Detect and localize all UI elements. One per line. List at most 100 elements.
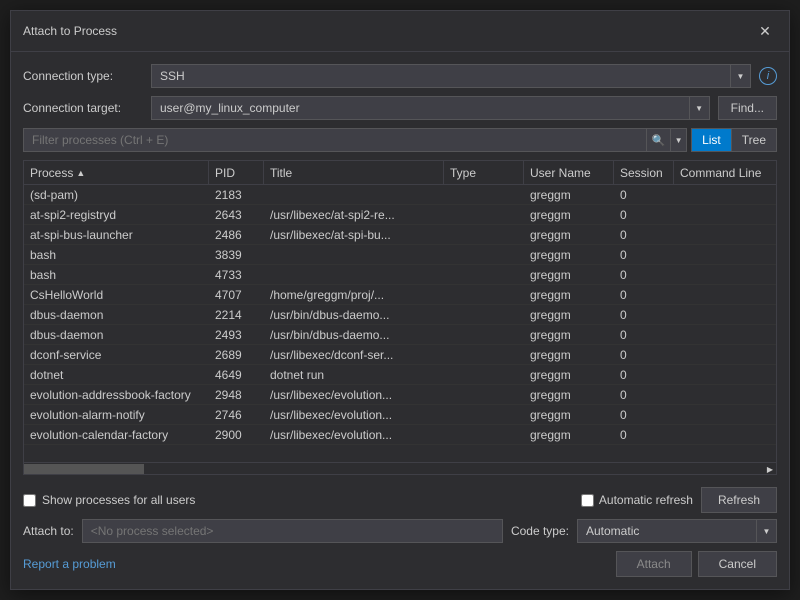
connection-type-row: Connection type: ▼ i — [23, 64, 777, 88]
table-row[interactable]: bash 4733 greggm 0 — [24, 265, 776, 285]
td-type — [444, 345, 524, 364]
filter-dropdown-arrow[interactable]: ▼ — [670, 129, 686, 151]
attach-to-label: Attach to: — [23, 524, 74, 538]
table-row[interactable]: dbus-daemon 2214 /usr/bin/dbus-daemo... … — [24, 305, 776, 325]
list-view-button[interactable]: List — [692, 129, 731, 151]
th-title[interactable]: Title — [264, 161, 444, 184]
find-button[interactable]: Find... — [718, 96, 777, 120]
h-scrollbar-track[interactable] — [24, 463, 764, 475]
td-pid: 2900 — [209, 425, 264, 444]
code-type-arrow-icon[interactable]: ▼ — [756, 520, 776, 542]
footer-row: Report a problem Attach Cancel — [23, 549, 777, 577]
td-process: CsHelloWorld — [24, 285, 209, 304]
show-all-users-label[interactable]: Show processes for all users — [42, 493, 195, 507]
table-row[interactable]: at-spi-bus-launcher 2486 /usr/libexec/at… — [24, 225, 776, 245]
h-scrollbar-thumb[interactable] — [24, 464, 144, 474]
td-session: 0 — [614, 225, 674, 244]
table-row[interactable]: evolution-addressbook-factory 2948 /usr/… — [24, 385, 776, 405]
td-title: /usr/bin/dbus-daemo... — [264, 325, 444, 344]
table-row[interactable]: at-spi2-registryd 2643 /usr/libexec/at-s… — [24, 205, 776, 225]
connection-target-input[interactable] — [151, 96, 690, 120]
td-type — [444, 325, 524, 344]
report-link[interactable]: Report a problem — [23, 557, 116, 571]
attach-row: Attach to: Code type: ▼ — [23, 519, 777, 543]
refresh-row: Automatic refresh Refresh — [581, 487, 777, 513]
td-process: dotnet — [24, 365, 209, 384]
td-process: evolution-addressbook-factory — [24, 385, 209, 404]
dialog-title: Attach to Process — [23, 24, 117, 38]
search-icon[interactable]: 🔍 — [646, 129, 670, 151]
td-cmdline — [674, 345, 776, 364]
th-session[interactable]: Session — [614, 161, 674, 184]
td-title: /usr/libexec/evolution... — [264, 405, 444, 424]
td-process: evolution-alarm-notify — [24, 405, 209, 424]
td-pid: 4707 — [209, 285, 264, 304]
td-type — [444, 225, 524, 244]
table-row[interactable]: CsHelloWorld 4707 /home/greggm/proj/... … — [24, 285, 776, 305]
table-row[interactable]: dconf-service 2689 /usr/libexec/dconf-se… — [24, 345, 776, 365]
td-pid: 2486 — [209, 225, 264, 244]
td-cmdline — [674, 405, 776, 424]
code-type-input[interactable] — [578, 520, 756, 542]
td-type — [444, 305, 524, 324]
table-row[interactable]: dbus-daemon 2493 /usr/bin/dbus-daemo... … — [24, 325, 776, 345]
connection-type-input[interactable] — [151, 64, 731, 88]
th-cmdline[interactable]: Command Line — [674, 161, 776, 184]
th-username[interactable]: User Name — [524, 161, 614, 184]
td-cmdline — [674, 365, 776, 384]
attach-to-input[interactable] — [83, 520, 502, 542]
th-pid[interactable]: PID — [209, 161, 264, 184]
auto-refresh-checkbox[interactable] — [581, 494, 594, 507]
connection-target-dropdown[interactable]: ▼ — [151, 96, 710, 120]
td-cmdline — [674, 285, 776, 304]
td-pid: 4649 — [209, 365, 264, 384]
td-session: 0 — [614, 185, 674, 204]
td-title — [264, 185, 444, 204]
sort-arrow-icon: ▲ — [76, 168, 85, 178]
td-session: 0 — [614, 405, 674, 424]
td-process: dbus-daemon — [24, 325, 209, 344]
table-row[interactable]: dotnet 4649 dotnet run greggm 0 — [24, 365, 776, 385]
attach-button[interactable]: Attach — [616, 551, 692, 577]
td-process: bash — [24, 245, 209, 264]
connection-target-arrow[interactable]: ▼ — [690, 96, 710, 120]
td-cmdline — [674, 425, 776, 444]
th-process[interactable]: Process ▲ — [24, 161, 209, 184]
filter-input-wrap: 🔍 ▼ — [23, 128, 687, 152]
connection-type-arrow[interactable]: ▼ — [731, 64, 751, 88]
td-session: 0 — [614, 365, 674, 384]
td-process: at-spi-bus-launcher — [24, 225, 209, 244]
bottom-section: Show processes for all users Automatic r… — [23, 483, 777, 577]
show-all-users-checkbox[interactable] — [23, 494, 36, 507]
td-type — [444, 425, 524, 444]
table-row[interactable]: evolution-alarm-notify 2746 /usr/libexec… — [24, 405, 776, 425]
connection-target-label: Connection target: — [23, 101, 143, 115]
h-scroll-right-button[interactable]: ▶ — [764, 463, 776, 475]
td-cmdline — [674, 305, 776, 324]
td-title: /usr/libexec/evolution... — [264, 425, 444, 444]
td-process: at-spi2-registryd — [24, 205, 209, 224]
table-row[interactable]: evolution-calendar-factory 2900 /usr/lib… — [24, 425, 776, 445]
tree-view-button[interactable]: Tree — [731, 129, 776, 151]
connection-type-info-icon[interactable]: i — [759, 67, 777, 85]
td-title: /usr/bin/dbus-daemo... — [264, 305, 444, 324]
table-row[interactable]: (sd-pam) 2183 greggm 0 — [24, 185, 776, 205]
td-pid: 2183 — [209, 185, 264, 204]
code-type-label: Code type: — [511, 524, 569, 538]
filter-input[interactable] — [24, 129, 646, 151]
close-button[interactable]: ✕ — [753, 19, 777, 43]
th-type[interactable]: Type — [444, 161, 524, 184]
auto-refresh-label[interactable]: Automatic refresh — [599, 493, 693, 507]
table-row[interactable]: bash 3839 greggm 0 — [24, 245, 776, 265]
cancel-button[interactable]: Cancel — [698, 551, 777, 577]
td-type — [444, 265, 524, 284]
td-session: 0 — [614, 305, 674, 324]
connection-type-label: Connection type: — [23, 69, 143, 83]
td-session: 0 — [614, 425, 674, 444]
table-header: Process ▲ PID Title Type User Name Sessi… — [24, 161, 776, 185]
connection-type-dropdown[interactable]: ▼ — [151, 64, 751, 88]
td-pid: 3839 — [209, 245, 264, 264]
td-cmdline — [674, 245, 776, 264]
refresh-button[interactable]: Refresh — [701, 487, 777, 513]
td-session: 0 — [614, 285, 674, 304]
